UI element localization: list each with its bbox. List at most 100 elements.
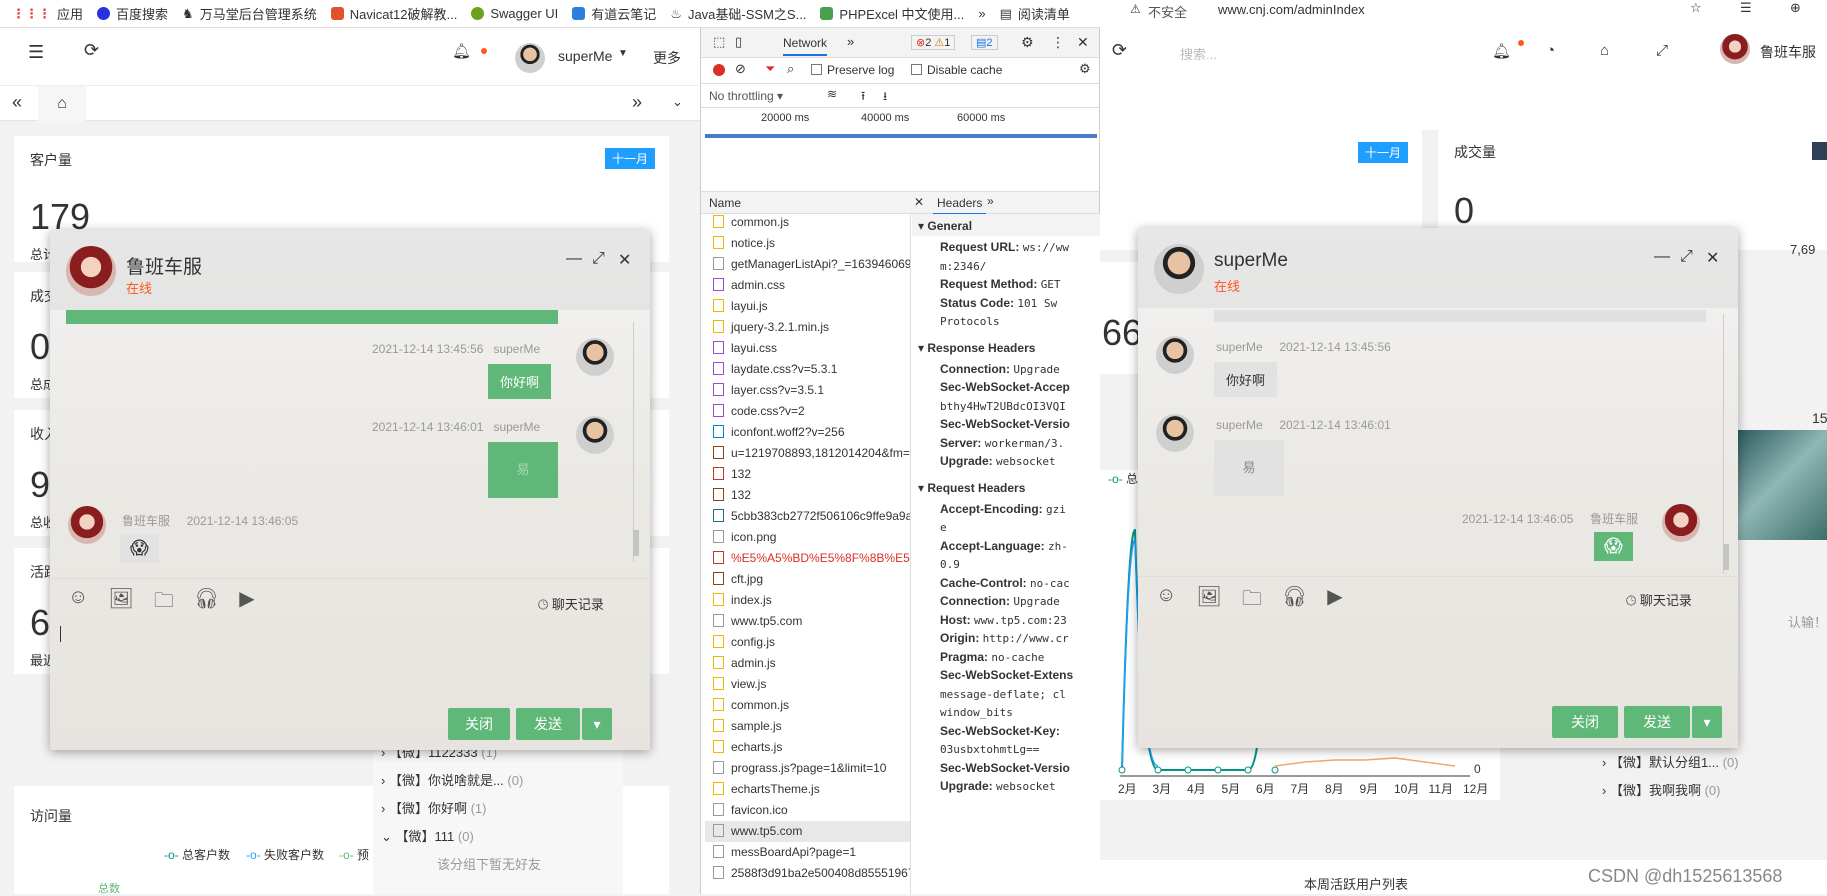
group-item[interactable]: › 【微】你好啊 (1)	[381, 798, 486, 817]
user-name[interactable]: 鲁班车服	[1760, 42, 1816, 62]
bell-icon[interactable]: 🔔︎	[452, 42, 471, 60]
request-row[interactable]: 132	[705, 464, 910, 485]
refresh-icon[interactable]: ⟳	[1112, 40, 1127, 61]
image-icon[interactable]: 🖼︎	[1196, 584, 1221, 618]
emoji-icon[interactable]: ☺	[1156, 584, 1176, 618]
address-bar[interactable]: www.cnj.com/adminIndex	[1218, 2, 1365, 17]
detail-tabs-more[interactable]: »	[987, 194, 994, 208]
minimize-icon[interactable]: —	[566, 250, 582, 268]
maximize-icon[interactable]: ⤢	[592, 250, 605, 268]
export-icon[interactable]: ⭳	[883, 87, 887, 108]
request-section-header[interactable]: ▾ Request Headers	[912, 478, 1077, 499]
record-icon[interactable]	[713, 64, 725, 76]
clear-icon[interactable]: ⊘	[735, 61, 746, 77]
maximize-icon[interactable]: ⤢	[1680, 248, 1693, 266]
bookmarks-more-button[interactable]: »	[978, 6, 985, 21]
headphones-icon[interactable]: 🎧︎	[1282, 584, 1307, 618]
tabs-left-arrow-icon[interactable]: «	[12, 92, 22, 113]
request-row[interactable]: messBoardApi?page=1	[705, 842, 910, 863]
request-row[interactable]: 132	[705, 485, 910, 506]
import-icon[interactable]: ⭱	[861, 87, 865, 108]
request-row[interactable]: index.js	[705, 590, 910, 611]
tab-network[interactable]: Network	[783, 36, 828, 56]
search-input[interactable]: 搜索...	[1180, 44, 1217, 63]
request-row[interactable]: admin.js	[705, 653, 910, 674]
request-row[interactable]: 2588f3d91ba2e500408d855519670	[705, 863, 910, 884]
close-detail-icon[interactable]: ✕	[914, 195, 924, 209]
close-button[interactable]: 关闭	[1552, 706, 1618, 738]
settings-gear-icon[interactable]: ⚙	[1021, 34, 1034, 51]
message-count[interactable]: ▤2	[971, 35, 998, 50]
request-row[interactable]: layer.css?v=3.5.1	[705, 380, 910, 401]
kebab-menu-icon[interactable]: ⋮	[1051, 34, 1065, 51]
user-avatar[interactable]	[1720, 34, 1750, 64]
bookmark-navicat[interactable]: Navicat12破解教...	[330, 4, 457, 23]
video-icon[interactable]: ▶	[1327, 584, 1342, 618]
bookmark-baidu[interactable]: 百度搜索	[97, 4, 168, 23]
network-settings-icon[interactable]: ⚙	[1079, 61, 1091, 77]
home-tab[interactable]: ⌂	[38, 86, 86, 121]
message-scrollbar[interactable]	[1723, 314, 1729, 574]
emoji-icon[interactable]: ☺	[68, 586, 88, 620]
request-row[interactable]: icon.png	[705, 527, 910, 548]
request-row[interactable]: cft.jpg	[705, 569, 910, 590]
scrollbar-thumb[interactable]	[1723, 544, 1729, 570]
send-button[interactable]: 发送	[1624, 706, 1690, 738]
group-item[interactable]: ⌄ 【微】111 (0)	[381, 826, 474, 845]
bookmark-apps[interactable]: ⋮⋮⋮ 应用	[12, 4, 83, 23]
headers-tab[interactable]: Headers	[933, 196, 987, 215]
chat-history-link[interactable]: 🕒︎ 聊天记录	[1626, 590, 1692, 609]
request-row[interactable]: iconfont.woff2?v=256	[705, 422, 910, 443]
online-icon[interactable]: ≋	[827, 87, 837, 101]
message-input[interactable]	[50, 620, 650, 700]
response-section-header[interactable]: ▾ Response Headers	[912, 338, 1077, 359]
request-row[interactable]: www.tp5.com	[705, 821, 910, 842]
inspect-icon[interactable]: ⬚	[713, 34, 725, 50]
reading-list-icon[interactable]: ☰	[1740, 0, 1752, 16]
extension-icon[interactable]: ☆	[1690, 0, 1702, 16]
request-row[interactable]: view.js	[705, 674, 910, 695]
error-count[interactable]: ⊗2 ⚠1	[911, 35, 956, 50]
scrollbar-thumb[interactable]	[633, 530, 639, 556]
request-row[interactable]: admin.css	[705, 275, 910, 296]
request-row[interactable]: config.js	[705, 632, 910, 653]
chevron-down-icon[interactable]: ▼	[618, 48, 628, 59]
close-button[interactable]: 关闭	[448, 708, 510, 740]
new-tab-icon[interactable]: ⊕	[1790, 0, 1801, 16]
search-icon[interactable]: ⌕	[787, 61, 794, 77]
reading-list[interactable]: ▤ 阅读清单	[1000, 4, 1070, 23]
refresh-icon[interactable]: ⟳	[84, 40, 99, 61]
close-devtools-icon[interactable]: ✕	[1077, 34, 1089, 51]
headphones-icon[interactable]: 🎧︎	[194, 586, 219, 620]
group-item[interactable]: › 【微】你说啥就是... (0)	[381, 770, 523, 789]
folder-icon[interactable]: 🗀	[154, 586, 174, 620]
theme-icon[interactable]: ◔	[1546, 42, 1555, 59]
preserve-log-checkbox[interactable]	[811, 64, 822, 75]
close-icon[interactable]: ✕	[618, 250, 631, 270]
bell-icon[interactable]: 🔔︎	[1492, 42, 1511, 60]
request-row[interactable]: common.js	[705, 214, 910, 233]
request-row[interactable]: laydate.css?v=5.3.1	[705, 359, 910, 380]
image-icon[interactable]: 🖼︎	[108, 586, 133, 620]
close-icon[interactable]: ✕	[1706, 248, 1719, 268]
message-input[interactable]	[1138, 618, 1738, 698]
request-row[interactable]: getManagerListApi?_=16394606967	[705, 254, 910, 275]
request-row[interactable]: code.css?v=2	[705, 401, 910, 422]
request-row[interactable]: %E5%A5%BD%E5%8F%8B%E5%A4	[705, 548, 910, 569]
folder-icon[interactable]: 🗀	[1242, 584, 1262, 618]
request-row[interactable]: www.tp5.com	[705, 611, 910, 632]
minimize-icon[interactable]: —	[1654, 248, 1670, 266]
general-section-header[interactable]: ▾ General	[912, 216, 1077, 237]
request-row[interactable]: 5cbb383cb2772f506106c9ffe9a9a1.	[705, 506, 910, 527]
video-icon[interactable]: ▶	[239, 586, 254, 620]
disable-cache-checkbox[interactable]	[911, 64, 922, 75]
tabs-right-arrow-icon[interactable]: »	[632, 92, 642, 113]
fullscreen-icon[interactable]: ⤢	[1656, 42, 1668, 59]
send-options-button[interactable]: ▾	[582, 708, 612, 740]
menu-toggle-icon[interactable]: ☰	[28, 42, 44, 63]
send-options-button[interactable]: ▾	[1692, 706, 1722, 738]
user-name[interactable]: superMe	[558, 48, 612, 64]
request-row[interactable]: layui.js	[705, 296, 910, 317]
bookmark-youdao[interactable]: 有道云笔记	[572, 4, 656, 23]
user-avatar[interactable]	[515, 43, 545, 73]
